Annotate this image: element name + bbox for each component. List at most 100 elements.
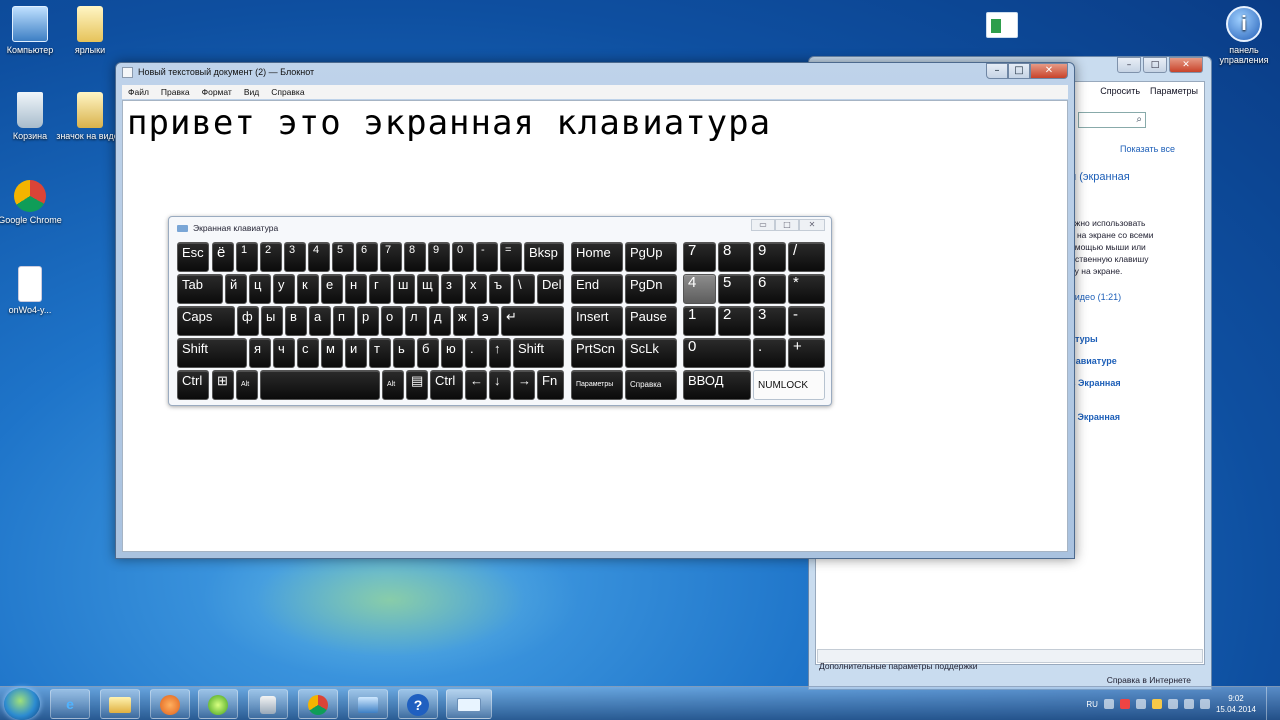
key-8[interactable]: 8 bbox=[404, 242, 426, 272]
desktop-icon-file[interactable]: onWo4-y... bbox=[0, 266, 64, 315]
key-prtscn[interactable]: PrtScn bbox=[571, 338, 623, 368]
key-num5[interactable]: 5 bbox=[718, 274, 751, 304]
gadget-icon[interactable] bbox=[986, 12, 1018, 38]
key-ctrl-right[interactable]: Ctrl bbox=[430, 370, 463, 400]
key-ctrl-left[interactable]: Ctrl bbox=[177, 370, 209, 400]
key-sclk[interactable]: ScLk bbox=[625, 338, 677, 368]
key-space[interactable] bbox=[260, 370, 380, 400]
key-0[interactable]: 0 bbox=[452, 242, 474, 272]
key-num4[interactable]: 4 bbox=[683, 274, 716, 304]
key-pgup[interactable]: PgUp bbox=[625, 242, 677, 272]
key-u[interactable]: у bbox=[273, 274, 295, 304]
speaker-icon[interactable] bbox=[248, 689, 288, 719]
keyboard-icon[interactable] bbox=[446, 689, 492, 719]
key-i[interactable]: и bbox=[345, 338, 367, 368]
clock[interactable]: 9:02 15.04.2014 bbox=[1216, 693, 1256, 715]
key-sh[interactable]: ш bbox=[393, 274, 415, 304]
explorer-icon[interactable] bbox=[100, 689, 140, 719]
key-num-dot[interactable]: . bbox=[753, 338, 786, 368]
key-2[interactable]: 2 bbox=[260, 242, 282, 272]
key-h[interactable]: х bbox=[465, 274, 487, 304]
key-ts[interactable]: ц bbox=[249, 274, 271, 304]
key-yo[interactable]: ё bbox=[212, 242, 234, 272]
menu-view[interactable]: Вид bbox=[244, 87, 259, 97]
key-options[interactable]: Параметры bbox=[571, 370, 623, 400]
minimize-button[interactable]: – bbox=[1117, 57, 1141, 73]
key-num9[interactable]: 9 bbox=[753, 242, 786, 272]
key-y[interactable]: й bbox=[225, 274, 247, 304]
icq-icon[interactable] bbox=[198, 689, 238, 719]
tray-icon[interactable] bbox=[1119, 699, 1130, 709]
key-num-multiply[interactable]: * bbox=[788, 274, 825, 304]
video-link[interactable]: видео (1:21) bbox=[1070, 292, 1121, 302]
help-icon[interactable]: ? bbox=[398, 689, 438, 719]
key-zh[interactable]: ж bbox=[453, 306, 475, 336]
key-minus[interactable]: - bbox=[476, 242, 498, 272]
key-num-enter[interactable]: ВВОД bbox=[683, 370, 751, 400]
key-num8[interactable]: 8 bbox=[718, 242, 751, 272]
key-help[interactable]: Справка bbox=[625, 370, 677, 400]
key-r[interactable]: р bbox=[357, 306, 379, 336]
tray-icon[interactable] bbox=[1151, 699, 1162, 709]
key-tab[interactable]: Tab bbox=[177, 274, 223, 304]
volume-icon[interactable] bbox=[1199, 699, 1210, 709]
key-num7[interactable]: 7 bbox=[683, 242, 716, 272]
key-equals[interactable]: = bbox=[500, 242, 522, 272]
search-icon[interactable]: ⌕ bbox=[1136, 114, 1142, 125]
key-backspace[interactable]: Bksp bbox=[524, 242, 564, 272]
key-6[interactable]: 6 bbox=[356, 242, 378, 272]
key-num-minus[interactable]: - bbox=[788, 306, 825, 336]
key-pgdn[interactable]: PgDn bbox=[625, 274, 677, 304]
tray-icon[interactable] bbox=[1167, 699, 1178, 709]
menu-format[interactable]: Формат bbox=[202, 87, 232, 97]
key-ee[interactable]: э bbox=[477, 306, 499, 336]
chrome-icon[interactable] bbox=[298, 689, 338, 719]
key-pause[interactable]: Pause bbox=[625, 306, 677, 336]
key-up[interactable]: ↑ bbox=[489, 338, 511, 368]
key-shift-left[interactable]: Shift bbox=[177, 338, 247, 368]
key-num-divide[interactable]: / bbox=[788, 242, 825, 272]
key-windows[interactable]: ⊞ bbox=[212, 370, 234, 400]
key-o[interactable]: о bbox=[381, 306, 403, 336]
menu-edit[interactable]: Правка bbox=[161, 87, 190, 97]
help-link-3[interactable]: ь Экранная bbox=[1070, 378, 1121, 388]
key-yu[interactable]: ю bbox=[441, 338, 463, 368]
key-z[interactable]: з bbox=[441, 274, 463, 304]
start-button[interactable] bbox=[4, 688, 40, 720]
desktop-icon-recycle-bin[interactable]: Корзина bbox=[0, 92, 64, 141]
key-b[interactable]: б bbox=[417, 338, 439, 368]
network-icon[interactable] bbox=[348, 689, 388, 719]
ie-icon[interactable]: e bbox=[50, 689, 90, 719]
key-yi[interactable]: ы bbox=[261, 306, 283, 336]
key-backslash[interactable]: \ bbox=[513, 274, 535, 304]
key-esc[interactable]: Esc bbox=[177, 242, 209, 272]
menu-help[interactable]: Справка bbox=[271, 87, 304, 97]
key-shift-right[interactable]: Shift bbox=[513, 338, 564, 368]
key-home[interactable]: Home bbox=[571, 242, 623, 272]
online-help-dropdown[interactable]: Справка в Интернете bbox=[1107, 675, 1191, 685]
options-button[interactable]: Параметры bbox=[1150, 86, 1198, 96]
key-5[interactable]: 5 bbox=[332, 242, 354, 272]
show-all-link[interactable]: Показать все bbox=[1120, 144, 1175, 154]
key-num-plus[interactable]: + bbox=[788, 338, 825, 368]
minimize-button[interactable]: – bbox=[986, 63, 1008, 79]
close-button[interactable]: ✕ bbox=[1030, 63, 1068, 79]
key-t[interactable]: т bbox=[369, 338, 391, 368]
key-3[interactable]: 3 bbox=[284, 242, 306, 272]
on-screen-keyboard-window[interactable]: Экранная клавиатура ▭ □ ✕ Esc ё 1 2 3 4 … bbox=[168, 216, 832, 406]
key-1[interactable]: 1 bbox=[236, 242, 258, 272]
minimize-button[interactable]: ▭ bbox=[751, 219, 775, 231]
key-num2[interactable]: 2 bbox=[718, 306, 751, 336]
menu-file[interactable]: Файл bbox=[128, 87, 149, 97]
key-f[interactable]: ф bbox=[237, 306, 259, 336]
key-d[interactable]: д bbox=[429, 306, 451, 336]
help-search-input[interactable]: ⌕ bbox=[1078, 112, 1146, 128]
maximize-button[interactable]: □ bbox=[1143, 57, 1167, 73]
media-player-icon[interactable] bbox=[150, 689, 190, 719]
desktop-icon-control-panel[interactable]: i панель управления bbox=[1210, 6, 1278, 65]
key-numlock[interactable]: NUMLOCK bbox=[753, 370, 825, 400]
key-caps[interactable]: Caps bbox=[177, 306, 235, 336]
key-alt-right[interactable]: Alt bbox=[382, 370, 404, 400]
key-end[interactable]: End bbox=[571, 274, 623, 304]
key-down[interactable]: ↓ bbox=[489, 370, 511, 400]
